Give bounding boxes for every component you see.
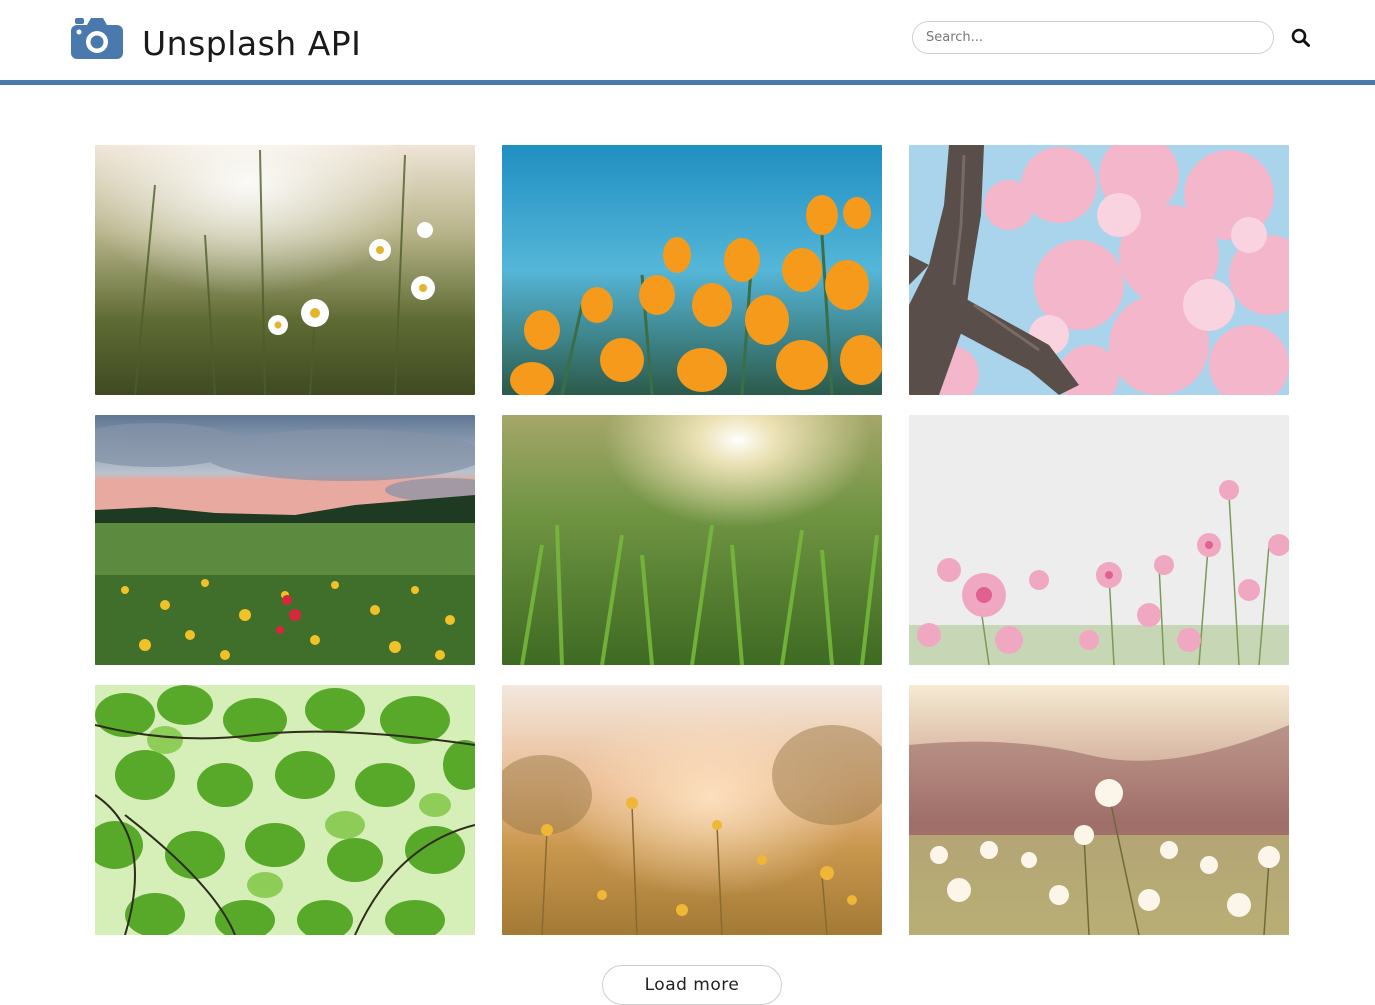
site-header: Unsplash API	[0, 0, 1375, 85]
grass-sunlight-image	[502, 415, 882, 665]
orange-poppies-image	[502, 145, 882, 395]
daisies-meadow-image	[95, 145, 475, 395]
golden-meadow-image	[502, 685, 882, 935]
pink-cosmos-image	[909, 415, 1289, 665]
photo-card[interactable]	[909, 685, 1289, 935]
photo-card[interactable]	[502, 415, 882, 665]
search-input[interactable]	[912, 21, 1274, 54]
photo-card[interactable]	[95, 685, 475, 935]
photo-card[interactable]	[95, 415, 475, 665]
white-daisies-image	[909, 685, 1289, 935]
load-more-button[interactable]: Load more	[602, 965, 782, 1005]
photo-card[interactable]	[909, 415, 1289, 665]
search-icon[interactable]	[1290, 27, 1312, 49]
photo-card[interactable]	[502, 145, 882, 395]
photo-card[interactable]	[95, 145, 475, 395]
cherry-blossom-image	[909, 145, 1289, 395]
camera-icon[interactable]	[71, 17, 123, 59]
wildflower-meadow-image	[95, 415, 475, 665]
photo-card[interactable]	[502, 685, 882, 935]
photo-card[interactable]	[909, 145, 1289, 395]
green-leaves-image	[95, 685, 475, 935]
page-title: Unsplash API	[142, 24, 362, 63]
